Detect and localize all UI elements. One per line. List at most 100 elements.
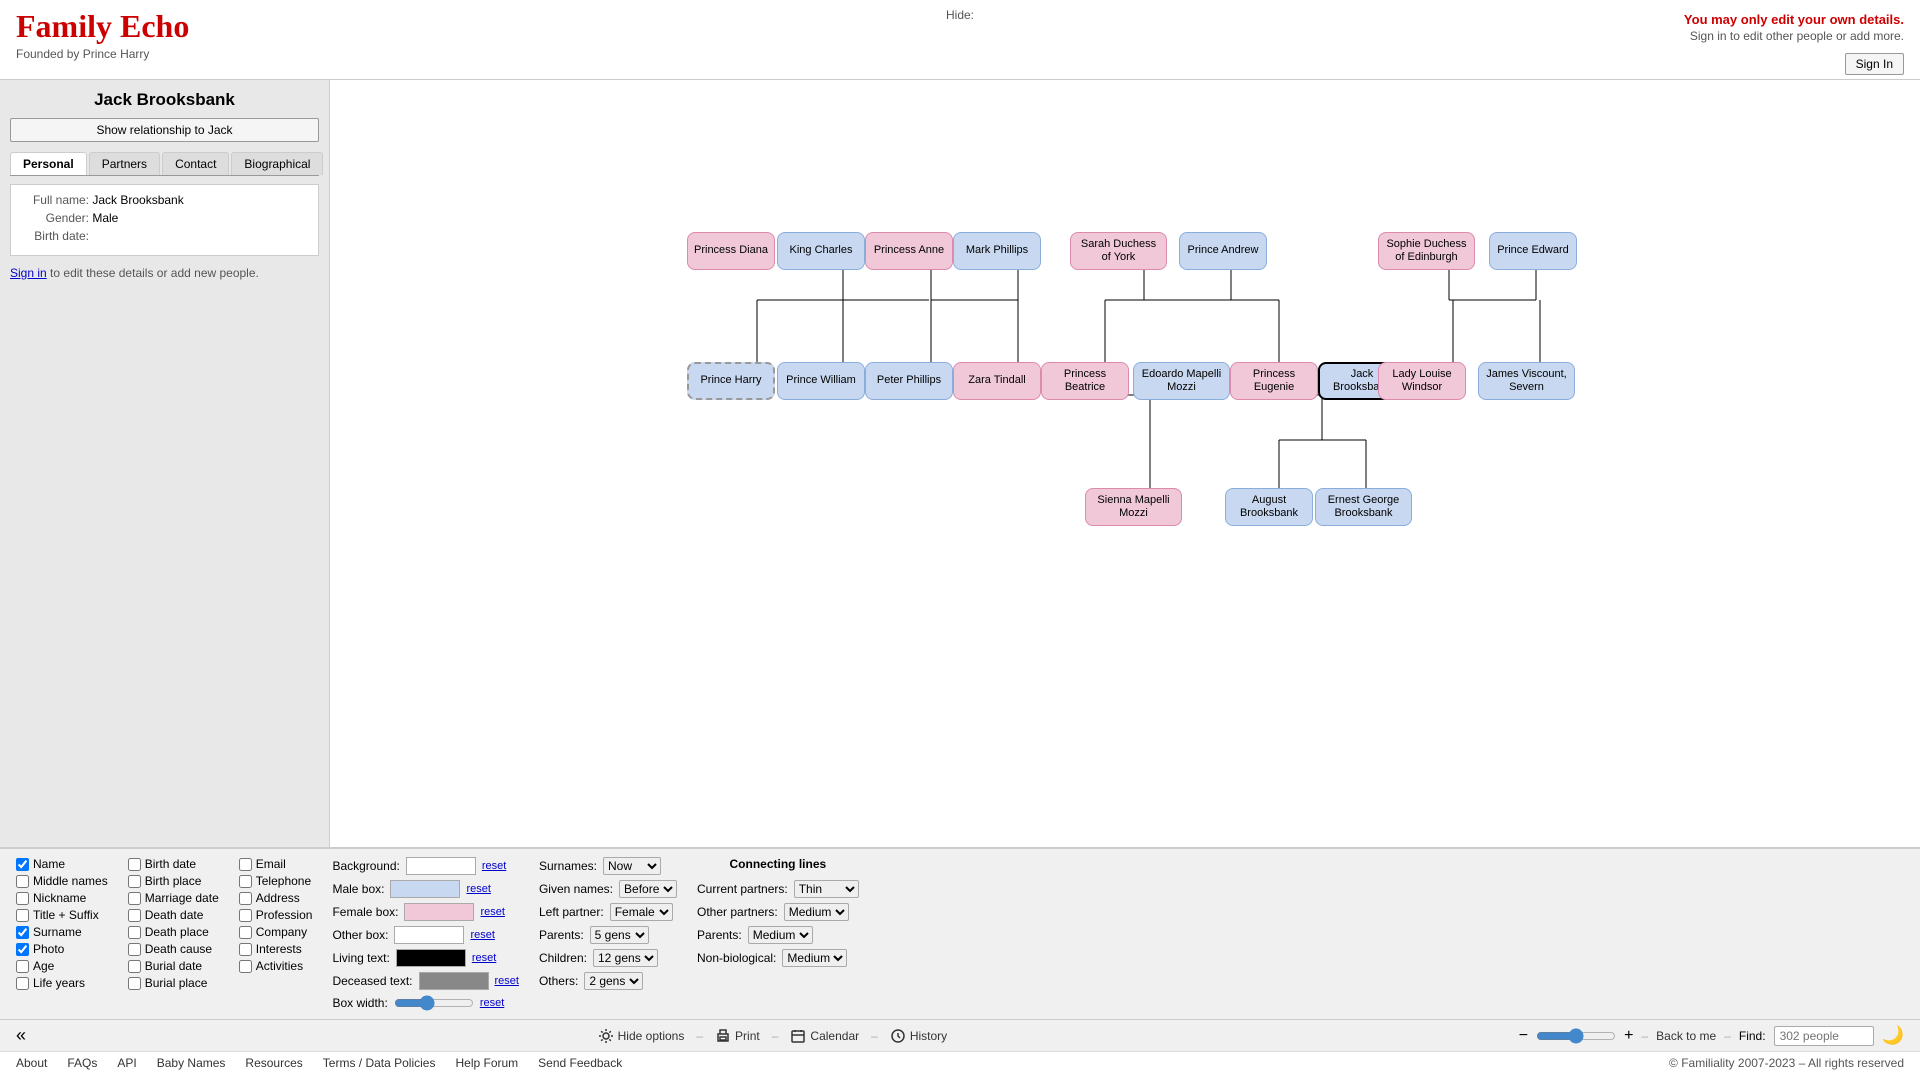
bottom-link-terms--data-policies[interactable]: Terms / Data Policies: [323, 1056, 436, 1070]
opt-row-address: Address: [239, 891, 313, 905]
box-width-reset[interactable]: reset: [480, 997, 504, 1009]
bottom-link-api[interactable]: API: [117, 1056, 136, 1070]
tab-personal[interactable]: Personal: [10, 152, 87, 175]
living-text-reset[interactable]: reset: [472, 952, 496, 964]
checkbox-surname[interactable]: [16, 926, 29, 939]
checkbox-marriage_date[interactable]: [128, 892, 141, 905]
deceased-text-color-input[interactable]: [419, 972, 489, 990]
checkbox-company[interactable]: [239, 926, 252, 939]
parents-lines-select[interactable]: ThinMediumThickNone: [748, 926, 813, 944]
bottom-link-help-forum[interactable]: Help Forum: [455, 1056, 518, 1070]
zoom-out-btn[interactable]: −: [1519, 1027, 1528, 1045]
male-box-color-input[interactable]: [390, 880, 460, 898]
checkbox-profession[interactable]: [239, 909, 252, 922]
checkbox-interests[interactable]: [239, 943, 252, 956]
checkbox-birth_date[interactable]: [128, 858, 141, 871]
checkbox-photo[interactable]: [16, 943, 29, 956]
box-colors-section: Background: reset Male box: reset Female…: [332, 857, 519, 1011]
given-names-select[interactable]: BeforeAfterNone: [619, 880, 677, 898]
back-to-me-link[interactable]: Back to me: [1656, 1029, 1716, 1043]
checkbox-death_date[interactable]: [128, 909, 141, 922]
other-partners-select[interactable]: ThinMediumThickNone: [784, 903, 849, 921]
options-col1: NameMiddle namesNicknameTitle + SuffixSu…: [16, 857, 108, 990]
hide-label: Hide:: [946, 8, 974, 22]
opt-row-death_date: Death date: [128, 908, 219, 922]
current-partners-select[interactable]: ThinMediumThickNone: [794, 880, 859, 898]
checkbox-burial_date[interactable]: [128, 960, 141, 973]
opt-row-interests: Interests: [239, 942, 313, 956]
checkbox-label-company: Company: [256, 925, 307, 939]
parents-lines-label: Parents:: [697, 928, 742, 942]
show-relationship-button[interactable]: Show relationship to Jack: [10, 118, 319, 142]
surnames-label: Surnames:: [539, 859, 597, 873]
sign-in-prompt-text: to edit these details or add new people.: [50, 266, 259, 280]
checkbox-label-photo: Photo: [33, 942, 64, 956]
deceased-text-reset[interactable]: reset: [495, 975, 519, 987]
female-box-color-input[interactable]: [404, 903, 474, 921]
living-text-color-input[interactable]: [396, 949, 466, 967]
checkbox-label-burial_place: Burial place: [145, 976, 208, 990]
male-box-reset[interactable]: reset: [466, 883, 490, 895]
checkbox-life_years[interactable]: [16, 977, 29, 990]
checkbox-nickname[interactable]: [16, 892, 29, 905]
checkbox-label-address: Address: [256, 891, 300, 905]
bottom-link-faqs[interactable]: FAQs: [67, 1056, 97, 1070]
opt-row-email: Email: [239, 857, 313, 871]
hide-options-link[interactable]: Hide options: [598, 1028, 685, 1044]
opt-row-profession: Profession: [239, 908, 313, 922]
person-harry[interactable]: Prince Harry: [687, 362, 775, 400]
opt-row-life_years: Life years: [16, 976, 108, 990]
bottom-link-about[interactable]: About: [16, 1056, 47, 1070]
history-link[interactable]: History: [890, 1028, 947, 1044]
checkbox-label-interests: Interests: [256, 942, 302, 956]
bottom-link-send-feedback[interactable]: Send Feedback: [538, 1056, 622, 1070]
checkbox-activities[interactable]: [239, 960, 252, 973]
bottom-link-resources[interactable]: Resources: [245, 1056, 302, 1070]
zoom-slider[interactable]: [1536, 1028, 1616, 1044]
full-name-label: Full name:: [19, 193, 89, 207]
background-reset[interactable]: reset: [482, 860, 506, 872]
checkbox-label-death_cause: Death cause: [145, 942, 212, 956]
dark-mode-button[interactable]: 🌙: [1882, 1025, 1904, 1046]
sign-in-link[interactable]: Sign in: [10, 266, 47, 280]
checkbox-death_cause[interactable]: [128, 943, 141, 956]
history-icon: [890, 1028, 906, 1044]
checkbox-death_place[interactable]: [128, 926, 141, 939]
checkbox-email[interactable]: [239, 858, 252, 871]
checkbox-name[interactable]: [16, 858, 29, 871]
background-color-input[interactable]: [406, 857, 476, 875]
surnames-select[interactable]: NowBeforeBothNone: [603, 857, 661, 875]
bottom-link-baby-names[interactable]: Baby Names: [157, 1056, 226, 1070]
warning-text: You may only edit your own details.: [1684, 12, 1904, 27]
checkbox-age[interactable]: [16, 960, 29, 973]
find-input[interactable]: [1774, 1026, 1874, 1046]
checkbox-label-marriage_date: Marriage date: [145, 891, 219, 905]
other-box-color-input[interactable]: [394, 926, 464, 944]
calendar-link[interactable]: Calendar: [790, 1028, 859, 1044]
tab-biographical[interactable]: Biographical: [231, 152, 323, 175]
opt-row-burial_place: Burial place: [128, 976, 219, 990]
parents-select[interactable]: 1 gens2 gens3 gens4 gens5 gensAll: [590, 926, 649, 944]
box-width-slider[interactable]: [394, 995, 474, 1011]
back-button[interactable]: «: [16, 1025, 26, 1046]
others-select[interactable]: 1 gens2 gens3 gensAll: [584, 972, 643, 990]
other-box-reset[interactable]: reset: [470, 929, 494, 941]
checkbox-telephone[interactable]: [239, 875, 252, 888]
print-icon: [715, 1028, 731, 1044]
opt-row-telephone: Telephone: [239, 874, 313, 888]
tab-contact[interactable]: Contact: [162, 152, 229, 175]
zoom-in-btn[interactable]: +: [1624, 1027, 1633, 1045]
person-name: Jack Brooksbank: [10, 90, 319, 110]
children-select[interactable]: 1 gens2 gens3 gens4 gens5 gens6 gens7 ge…: [593, 949, 658, 967]
female-box-reset[interactable]: reset: [480, 906, 504, 918]
print-link[interactable]: Print: [715, 1028, 760, 1044]
tab-partners[interactable]: Partners: [89, 152, 160, 175]
non-biological-select[interactable]: ThinMediumThickNone: [782, 949, 847, 967]
left-partner-select[interactable]: FemaleMaleNone: [610, 903, 673, 921]
checkbox-title_suffix[interactable]: [16, 909, 29, 922]
checkbox-burial_place[interactable]: [128, 977, 141, 990]
checkbox-birth_place[interactable]: [128, 875, 141, 888]
checkbox-address[interactable]: [239, 892, 252, 905]
checkbox-middle_names[interactable]: [16, 875, 29, 888]
sign-in-button[interactable]: Sign In: [1845, 53, 1904, 75]
